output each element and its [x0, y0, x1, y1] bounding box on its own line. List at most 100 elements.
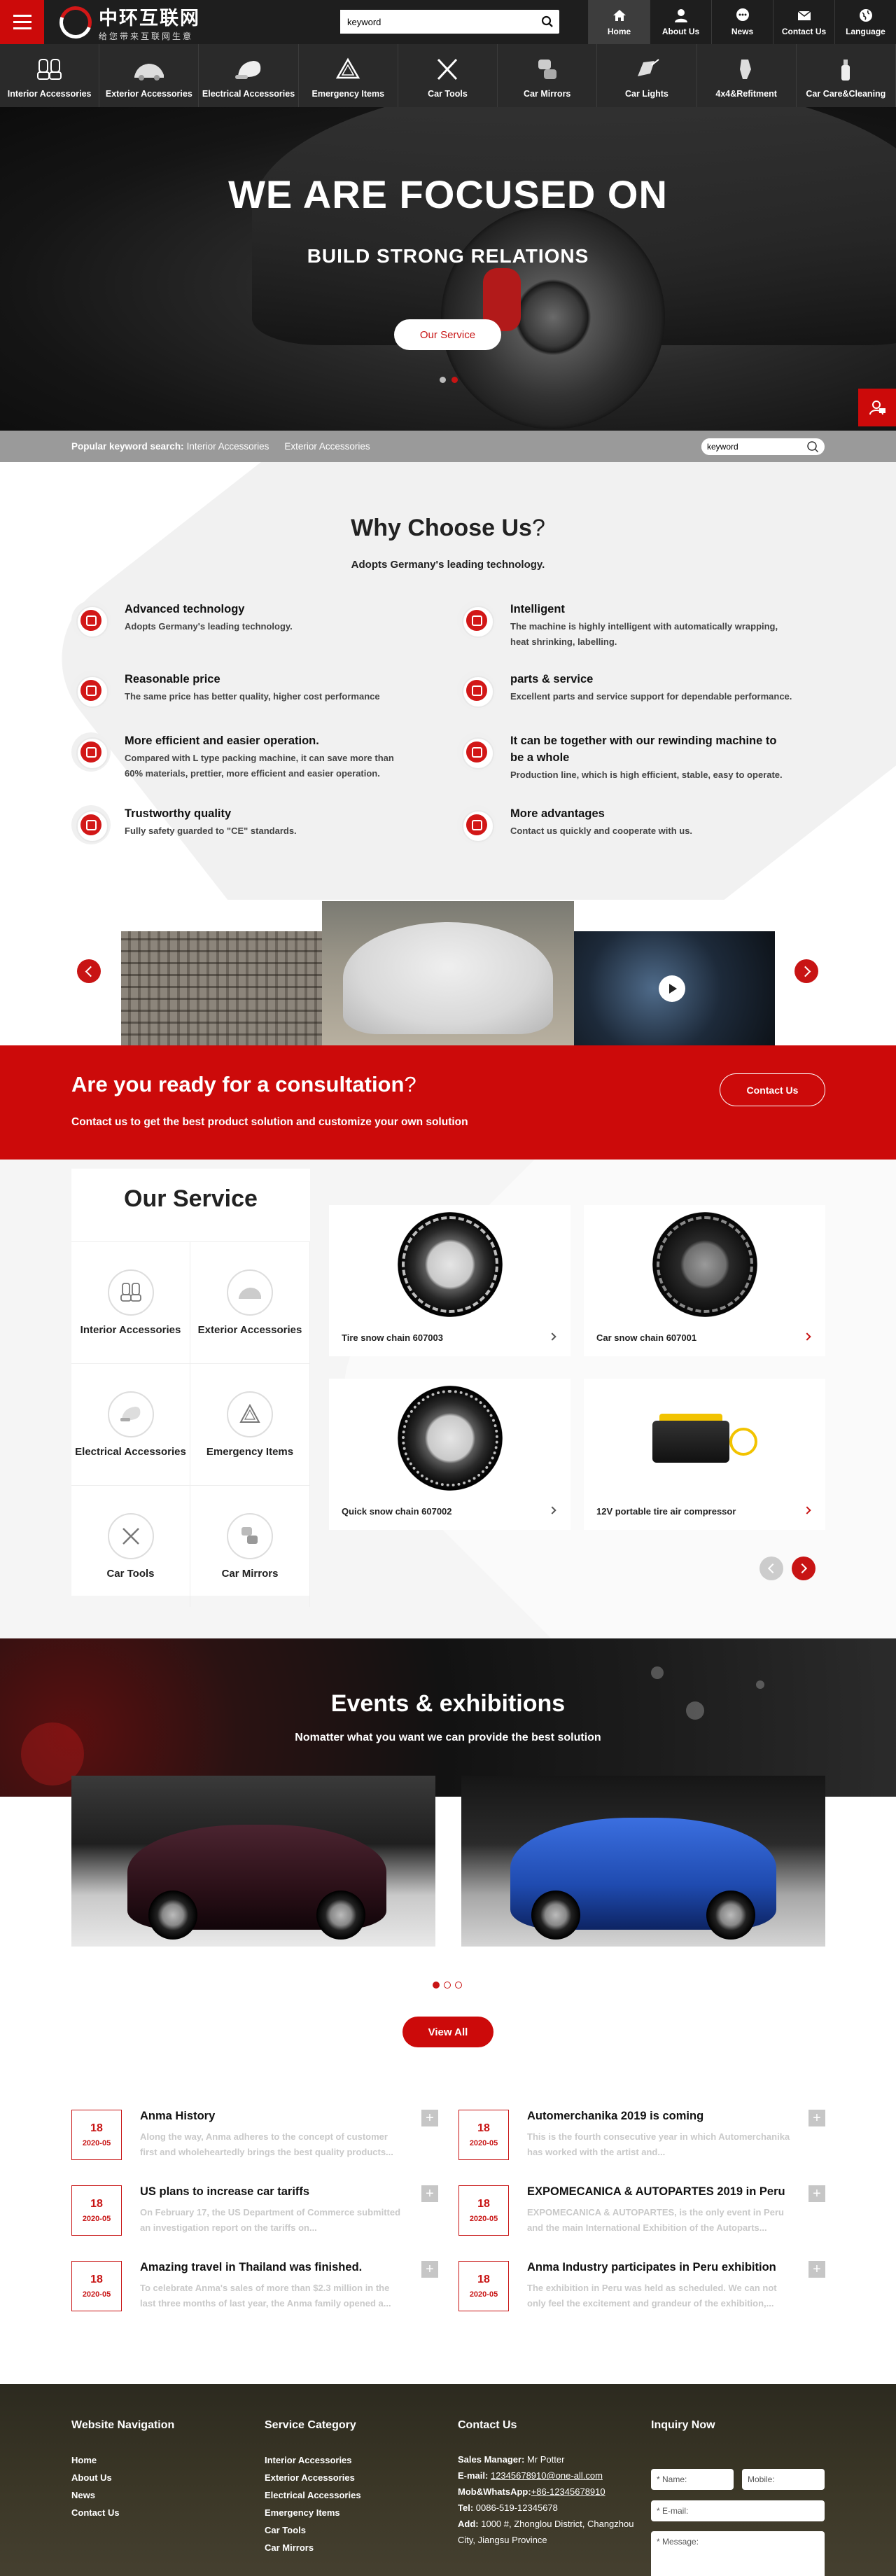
service-category-mirrors[interactable]: Car Mirrors: [190, 1485, 310, 1607]
news-item[interactable]: 18 2020-05 US plans to increase car tarif…: [71, 2185, 439, 2241]
footer-link[interactable]: News: [71, 2486, 174, 2504]
play-icon[interactable]: [659, 975, 685, 1002]
category-car-lights[interactable]: Car Lights: [597, 44, 697, 107]
logo[interactable]: 中环互联网 给您带来互联网生意: [54, 1, 200, 44]
plus-icon[interactable]: +: [421, 2261, 438, 2278]
hero-banner: WE ARE FOCUSED ON BUILD STRONG RELATIONS…: [0, 107, 896, 431]
plus-icon[interactable]: +: [421, 2185, 438, 2202]
gallery-prev-button[interactable]: [77, 959, 101, 983]
gallery-next-button[interactable]: [794, 959, 818, 983]
view-all-button[interactable]: View All: [402, 2017, 493, 2047]
inquiry-email-field[interactable]: * E-mail:: [651, 2500, 825, 2521]
category-exterior-accessories[interactable]: Exterior Accessories: [99, 44, 200, 107]
news-item[interactable]: 18 2020-05 Anma History Along the way, An…: [71, 2110, 439, 2166]
footer-tel: Tel: 0086-519-12345678: [458, 2502, 558, 2513]
why-title: Why Choose Us?: [351, 515, 545, 541]
news-title[interactable]: Anma History: [140, 2110, 406, 2123]
inquiry-name-field[interactable]: * Name:: [651, 2469, 734, 2490]
footer-link[interactable]: Interior Accessories: [265, 2451, 361, 2469]
products-prev-button[interactable]: [760, 1557, 783, 1580]
inquiry-mobile-field[interactable]: Mobile:: [742, 2469, 825, 2490]
news-item[interactable]: 18 2020-05 Anma Industry participates in …: [458, 2261, 826, 2317]
category-car-mirrors[interactable]: Car Mirrors: [498, 44, 598, 107]
category-bar: Interior Accessories Exterior Accessorie…: [0, 44, 896, 107]
category-car-tools[interactable]: Car Tools: [398, 44, 498, 107]
menu-button[interactable]: [0, 0, 44, 44]
warning-triangle-icon: [336, 57, 360, 79]
search-icon[interactable]: [806, 440, 819, 455]
service-category-tools[interactable]: Car Tools: [71, 1485, 190, 1607]
events-dot[interactable]: [444, 1982, 451, 1989]
why-choose-us-section: Why Choose Us? Adopts Germany's leading …: [0, 462, 896, 900]
footer-link[interactable]: Electrical Accessories: [265, 2486, 361, 2504]
news-item[interactable]: 18 2020-05 EXPOMECANICA & AUTOPARTES 2019…: [458, 2185, 826, 2241]
category-electrical-accessories[interactable]: Electrical Accessories: [199, 44, 299, 107]
nav-language[interactable]: Language: [834, 0, 896, 44]
inquiry-message-field[interactable]: * Message:: [651, 2531, 825, 2576]
tools-icon: [107, 1513, 154, 1559]
feature-item: Advanced technology Adopts Germany's lead…: [71, 601, 421, 640]
feature-item: Reasonable price The same price has bette…: [71, 671, 421, 710]
news-item[interactable]: 18 2020-05 Automerchanika 2019 is coming …: [458, 2110, 826, 2166]
news-title[interactable]: Amazing travel in Thailand was finished.: [140, 2261, 406, 2274]
product-card[interactable]: Tire snow chain 607003: [329, 1205, 570, 1356]
footer-link[interactable]: Car Tools: [265, 2521, 361, 2539]
category-interior-accessories[interactable]: Interior Accessories: [0, 44, 100, 107]
news-title[interactable]: US plans to increase car tariffs: [140, 2185, 406, 2199]
news-title[interactable]: EXPOMECANICA & AUTOPARTES 2019 in Peru: [527, 2185, 793, 2199]
top-nav: Home About Us News Contact Us Language: [588, 0, 896, 44]
footer-link[interactable]: Home: [71, 2451, 174, 2469]
news-title[interactable]: Automerchanika 2019 is coming: [527, 2110, 793, 2123]
footer-link[interactable]: Contact Us: [71, 2504, 174, 2521]
gallery-image-video[interactable]: [574, 931, 775, 1045]
plus-icon[interactable]: +: [808, 2110, 825, 2126]
header-search-input[interactable]: [340, 10, 522, 34]
keyword-search-input[interactable]: [701, 438, 799, 455]
product-card[interactable]: Quick snow chain 607002: [329, 1379, 570, 1530]
service-category-electrical[interactable]: Electrical Accessories: [71, 1363, 190, 1485]
nav-contact-us[interactable]: Contact Us: [773, 0, 834, 44]
chevron-right-icon: [548, 1506, 556, 1515]
news-title[interactable]: Anma Industry participates in Peru exhib…: [527, 2261, 793, 2274]
category-car-care-cleaning[interactable]: Car Care&Cleaning: [797, 44, 896, 107]
search-icon[interactable]: [541, 15, 554, 32]
light-icon: [637, 59, 659, 76]
product-card[interactable]: Car snow chain 607001: [584, 1205, 825, 1356]
nav-about-us[interactable]: About Us: [650, 0, 711, 44]
service-category-emergency[interactable]: Emergency Items: [190, 1363, 310, 1485]
nav-home[interactable]: Home: [588, 0, 650, 44]
products-next-button[interactable]: [792, 1557, 816, 1580]
service-category-exterior[interactable]: Exterior Accessories: [190, 1241, 310, 1363]
plus-icon[interactable]: +: [808, 2261, 825, 2278]
events-dot[interactable]: [455, 1982, 462, 1989]
nav-news[interactable]: News: [711, 0, 773, 44]
footer-link[interactable]: About Us: [71, 2469, 174, 2486]
hero-dot[interactable]: [440, 377, 446, 383]
event-image-skoda[interactable]: [461, 1776, 825, 1947]
event-image-cadillac[interactable]: [71, 1776, 435, 1947]
plus-icon[interactable]: +: [808, 2185, 825, 2202]
hero-dot-active[interactable]: [451, 377, 458, 383]
gallery-image-floor-mats[interactable]: [121, 931, 322, 1045]
product-card[interactable]: 12V portable tire air compressor: [584, 1379, 825, 1530]
footer-link[interactable]: Car Mirrors: [265, 2539, 361, 2556]
plus-icon[interactable]: +: [421, 2110, 438, 2126]
category-emergency-items[interactable]: Emergency Items: [299, 44, 398, 107]
footer-link[interactable]: Exterior Accessories: [265, 2469, 361, 2486]
category-4x4-refitment[interactable]: 4x4&Refitment: [697, 44, 797, 107]
floating-contact-button[interactable]: [858, 389, 896, 426]
gallery-image-car-cover[interactable]: [322, 901, 574, 1045]
footer-contact-us: Contact Us Sales Manager: Mr Potter E-ma…: [458, 2419, 640, 2548]
service-category-interior[interactable]: Interior Accessories: [71, 1241, 190, 1363]
our-service-button[interactable]: Our Service: [394, 319, 501, 350]
mail-icon: [797, 11, 811, 20]
product-image: [584, 1379, 825, 1498]
contact-us-button[interactable]: Contact Us: [720, 1073, 825, 1106]
footer-link[interactable]: Emergency Items: [265, 2504, 361, 2521]
intelligent-icon: [457, 601, 496, 640]
feature-item: More advantages Contact us quickly and co…: [457, 805, 807, 844]
events-dot-active[interactable]: [433, 1982, 440, 1989]
news-item[interactable]: 18 2020-05 Amazing travel in Thailand was…: [71, 2261, 439, 2317]
keyword-link[interactable]: Exterior Accessories: [284, 441, 370, 452]
keyword-link[interactable]: Interior Accessories: [187, 441, 270, 452]
